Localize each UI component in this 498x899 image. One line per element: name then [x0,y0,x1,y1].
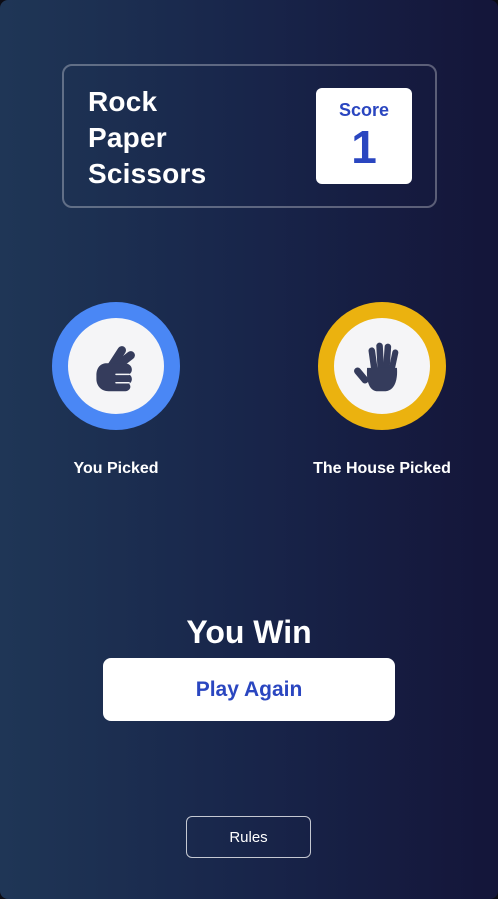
score-card: Score 1 [316,88,412,184]
play-again-button[interactable]: Play Again [103,658,395,721]
result-text: You Win [186,614,312,650]
paper-hand-icon [354,342,399,392]
game-screen: Rock Paper Scissors Score 1 You Picked T… [0,0,498,899]
game-title-line-3: Scissors [88,158,207,189]
rules-button[interactable]: Rules [186,816,311,858]
house-pick-chip [318,302,446,430]
game-title-line-1: Rock [88,86,158,117]
score-label: Score [338,100,390,120]
player-pick-label: You Picked [73,460,159,477]
game-title-line-2: Paper [88,122,167,153]
scissors-hand-icon [96,346,135,392]
house-pick-label: The House Picked [313,460,451,477]
score-value: 1 [351,121,377,173]
game-title: Rock Paper Scissors [88,84,206,192]
player-pick-chip [52,302,180,430]
header-panel: Rock Paper Scissors Score 1 [62,64,437,208]
